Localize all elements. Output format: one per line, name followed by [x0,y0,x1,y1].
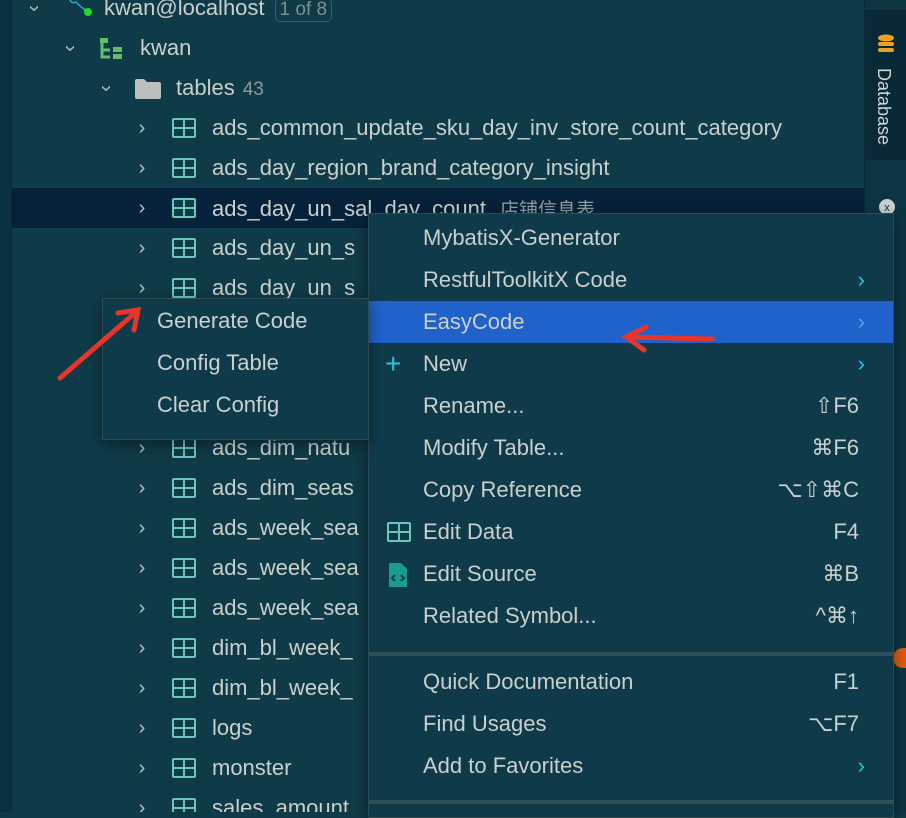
table-name: ads_day_un_s [212,275,356,300]
shortcut-label: ⌘F6 [811,435,859,460]
shortcut-label: ⌥⇧⌘C [777,477,859,502]
table-icon [387,522,411,542]
menu-item-copy-reference[interactable]: Copy Reference ⌥⇧⌘C [369,469,893,511]
table-icon [172,438,196,458]
menu-separator [369,652,893,656]
table-icon [172,118,196,138]
table-row[interactable]: › ads_common_update_sku_day_inv_store_co… [12,108,864,148]
table-icon [172,718,196,738]
shortcut-label: F1 [833,669,859,694]
folder-label: tables [176,75,235,100]
shortcut-label: ⌥F7 [807,711,859,736]
menu-item-mybatisx-generator[interactable]: MybatisX-Generator [369,217,893,259]
table-icon [172,678,196,698]
connection-label: kwan@localhost [104,0,265,20]
table-icon [172,758,196,778]
shortcut-label: ^⌘↑ [815,603,859,628]
table-icon [172,158,196,178]
menu-item-rename[interactable]: Rename... ⇧F6 [369,385,893,427]
table-name: ads_day_region_brand_category_insight [212,155,610,180]
shortcut-label: ⇧F6 [814,393,859,418]
menu-item-clear-config[interactable]: Clear Config [103,384,368,426]
submenu-arrow-icon: › [857,267,865,292]
chevron-down-icon[interactable]: › [23,0,46,18]
context-menu: MybatisX-Generator RestfulToolkitX Code › E… [368,213,894,818]
tree-node-connection[interactable]: › kwan@localhost 1 of 8 [12,0,864,28]
chevron-right-icon[interactable]: › [132,237,152,260]
table-name: ads_common_update_sku_day_inv_store_coun… [212,115,782,140]
left-tool-strip [0,0,12,812]
table-icon [172,638,196,658]
table-name: ads_week_sea [212,595,359,620]
table-icon [172,478,196,498]
source-file-icon [387,561,409,595]
tree-node-schema[interactable]: › kwan [12,28,864,68]
menu-item-restfultoolkitx-code[interactable]: RestfulToolkitX Code › [369,259,893,301]
chevron-right-icon[interactable]: › [132,197,152,220]
chevron-right-icon[interactable]: › [132,557,152,580]
chevron-right-icon[interactable]: › [132,757,152,780]
table-icon [172,198,196,218]
table-count: 43 [242,79,264,100]
menu-item-new[interactable]: + New › [369,343,893,385]
database-tool-tab[interactable]: Database [865,10,906,160]
table-icon [172,598,196,618]
chevron-down-icon[interactable]: › [59,38,82,58]
chevron-right-icon[interactable]: › [132,477,152,500]
table-icon [172,518,196,538]
shortcut-label: ⌘B [822,561,859,586]
table-name: ads_dim_seas [212,475,354,500]
schema-label: kwan [140,35,192,60]
chevron-right-icon[interactable]: › [132,117,152,140]
table-icon [172,558,196,578]
table-icon [172,798,196,812]
notification-indicator [893,648,906,668]
schema-icon [100,38,126,66]
submenu-arrow-icon: › [857,351,865,376]
chevron-right-icon[interactable]: › [132,637,152,660]
easycode-submenu: Generate Code Config Table Clear Config [102,298,369,440]
menu-item-generate-code[interactable]: Generate Code [103,300,368,342]
chevron-right-icon[interactable]: › [132,677,152,700]
table-row[interactable]: › ads_day_region_brand_category_insight [12,148,864,188]
chevron-right-icon[interactable]: › [132,277,152,300]
table-name: dim_bl_week_ [212,675,353,700]
table-name: monster [212,755,292,780]
table-name: dim_bl_week_ [212,635,353,660]
chevron-right-icon[interactable]: › [132,597,152,620]
database-tab-label: Database [874,68,894,146]
chevron-right-icon[interactable]: › [132,517,152,540]
plus-icon: + [385,348,402,379]
menu-item-quick-documentation[interactable]: Quick Documentation F1 [369,661,893,703]
chevron-down-icon[interactable]: › [95,78,118,98]
menu-item-add-to-favorites[interactable]: Add to Favorites › [369,745,893,787]
menu-item-modify-table[interactable]: Modify Table... ⌘F6 [369,427,893,469]
connection-count-badge: 1 of 8 [274,0,333,22]
table-icon [172,238,196,258]
tree-node-tables-folder[interactable]: › tables 43 [12,68,864,108]
menu-item-easycode[interactable]: EasyCode › [369,301,893,343]
chevron-right-icon[interactable]: › [132,157,152,180]
chevron-right-icon[interactable]: › [132,717,152,740]
table-icon [172,278,196,298]
submenu-arrow-icon: › [857,753,865,778]
menu-separator [369,800,893,804]
menu-item-edit-data[interactable]: Edit Data F4 [369,511,893,553]
database-icon [877,34,895,59]
menu-item-find-usages[interactable]: Find Usages ⌥F7 [369,703,893,745]
chevron-right-icon[interactable]: › [132,797,152,813]
table-name: sales_amount [212,795,349,812]
table-name: ads_week_sea [212,515,359,540]
submenu-arrow-icon: › [857,309,865,334]
shortcut-label: F4 [833,519,859,544]
table-name: ads_day_un_s [212,235,356,260]
table-name: logs [212,715,253,740]
folder-icon [134,78,162,106]
menu-item-edit-source[interactable]: Edit Source ⌘B [369,553,893,595]
menu-item-related-symbol[interactable]: Related Symbol... ^⌘↑ [369,595,893,637]
menu-item-config-table[interactable]: Config Table [103,342,368,384]
mysql-dolphin-icon [64,0,92,24]
table-name: ads_week_sea [212,555,359,580]
